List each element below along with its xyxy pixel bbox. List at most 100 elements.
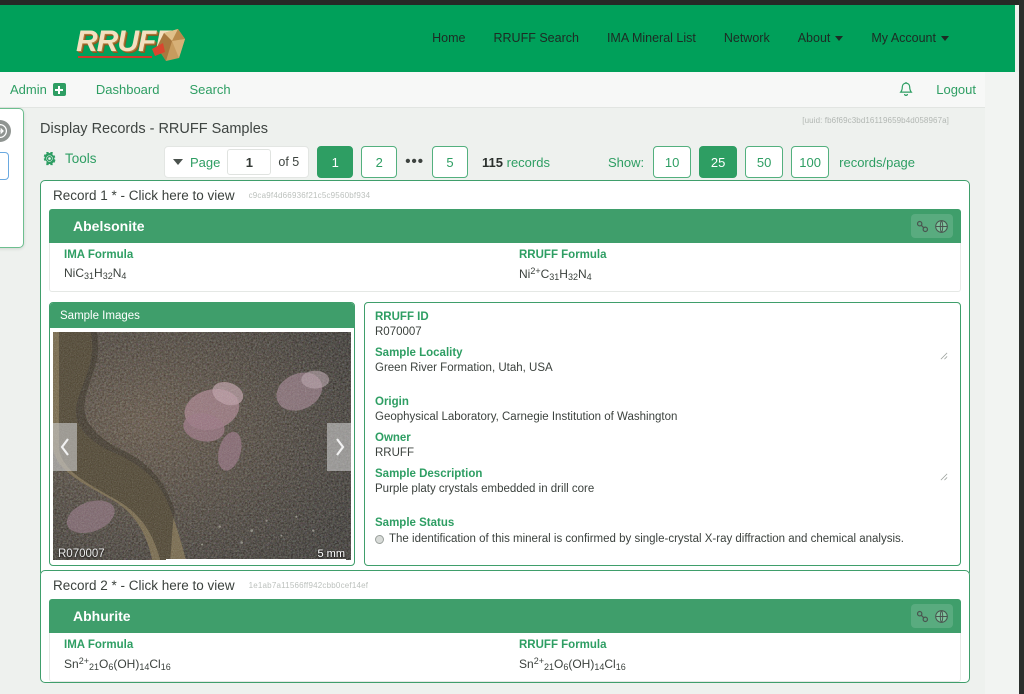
record-card[interactable]: Record 1 * - Click here to view c9ca9f4d… bbox=[40, 180, 970, 577]
nav-label: RRUFF Search bbox=[493, 31, 579, 45]
detail-value: RRUFF bbox=[375, 447, 414, 459]
record-header[interactable]: Record 1 * - Click here to view c9ca9f4d… bbox=[41, 181, 969, 209]
record-hash: 1e1ab7a11566ff942cbb0cef14ef bbox=[248, 580, 369, 590]
record-header[interactable]: Record 2 * - Click here to view 1e1ab7a1… bbox=[41, 571, 969, 599]
record-count-number: 115 bbox=[482, 154, 503, 170]
page-button-2[interactable]: 2 bbox=[361, 146, 398, 178]
detail-value: R070007 bbox=[375, 326, 422, 338]
sample-image-stage[interactable]: R070007 5 mm bbox=[53, 332, 351, 562]
nav-label: My Account bbox=[871, 31, 936, 45]
show-label: Show: bbox=[608, 154, 645, 170]
nav-item-rruff-search[interactable]: RRUFF Search bbox=[494, 31, 579, 45]
adminbar-item-search[interactable]: Search bbox=[189, 82, 230, 97]
app-root: RRUFF Home RRUFF Search IMA Mineral List… bbox=[0, 0, 1024, 694]
nav-item-home[interactable]: Home bbox=[432, 31, 465, 45]
ima-formula-value: NiC31H32N4 bbox=[64, 266, 127, 281]
record-title: Record 1 * - Click here to view bbox=[53, 187, 235, 203]
adminbar-label: Dashboard bbox=[95, 82, 160, 97]
globe-icon[interactable] bbox=[934, 609, 949, 624]
chevron-down-icon[interactable] bbox=[173, 159, 183, 165]
page-size-50[interactable]: 50 bbox=[745, 146, 784, 178]
mineral-name-bar: Abelsonite bbox=[49, 209, 961, 243]
plus-square-icon[interactable] bbox=[52, 83, 66, 96]
nav-item-about[interactable]: About bbox=[798, 31, 844, 45]
textarea-resize-handle[interactable] bbox=[940, 473, 948, 481]
page-size-25[interactable]: 25 bbox=[699, 146, 738, 178]
adminbar-item-dashboard[interactable]: Dashboard bbox=[96, 82, 160, 97]
main-nav: Home RRUFF Search IMA Mineral List Netwo… bbox=[432, 31, 949, 45]
record-title: Record 2 * - Click here to view bbox=[53, 577, 235, 593]
detail-label: Owner bbox=[375, 432, 411, 444]
detail-value: Purple platy crystals embedded in drill … bbox=[375, 483, 595, 495]
detail-value: Geophysical Laboratory, Carnegie Institu… bbox=[375, 411, 678, 423]
sample-images-panel: Sample Images R070007 5 mm bbox=[49, 302, 355, 566]
gear-icon bbox=[43, 151, 56, 166]
nav-item-network[interactable]: Network bbox=[724, 31, 770, 45]
detail-field-sample-locality[interactable]: Sample Locality Green River Formation, U… bbox=[375, 347, 950, 374]
nav-item-my-account[interactable]: My Account bbox=[871, 31, 949, 45]
tools-label: Tools bbox=[65, 151, 97, 166]
mineral-name-bar: Abhurite bbox=[49, 599, 961, 633]
record-card[interactable]: Record 2 * - Click here to view 1e1ab7a1… bbox=[40, 570, 970, 683]
logo-underline bbox=[78, 56, 152, 58]
mineral-name: Abelsonite bbox=[73, 218, 145, 234]
adminbar-label: Search bbox=[189, 82, 231, 97]
adminbar-label: Admin bbox=[10, 82, 47, 97]
nav-label: IMA Mineral List bbox=[606, 31, 696, 45]
page-button-5[interactable]: 5 bbox=[432, 146, 468, 178]
record-body: Sample Images R070007 5 mm RRUFF ID R070… bbox=[41, 292, 969, 576]
record-icon-group bbox=[911, 214, 953, 238]
admin-bar-left: Admin Dashboard Search bbox=[0, 82, 231, 97]
gemstone-icon bbox=[152, 29, 185, 61]
page-size-controls: Show: 10 25 50 100 records/page bbox=[608, 146, 915, 178]
detail-label: RRUFF ID bbox=[375, 311, 429, 323]
page-button-1[interactable]: 1 bbox=[317, 146, 354, 178]
record-count: 115 records bbox=[482, 155, 550, 170]
pagination-controls: Page of 5 1 2 ••• 5 115 records bbox=[164, 146, 550, 178]
status-radio-row[interactable]: The identification of this mineral is co… bbox=[375, 533, 950, 545]
logout-label: Logout bbox=[936, 82, 976, 97]
page-label: Page bbox=[190, 154, 221, 170]
image-prev-button[interactable] bbox=[53, 423, 77, 471]
image-id-overlay: R070007 bbox=[58, 548, 105, 560]
ima-formula-label: IMA Formula bbox=[64, 639, 134, 651]
image-next-button[interactable] bbox=[327, 423, 351, 471]
ima-formula-col: IMA Formula NiC31H32N4 bbox=[50, 249, 505, 282]
brand-header: RRUFF Home RRUFF Search IMA Mineral List… bbox=[0, 5, 1015, 72]
bell-icon[interactable] bbox=[898, 81, 914, 99]
radio-button-icon[interactable] bbox=[375, 535, 384, 544]
records-toolbar: Tools Page of 5 1 2 ••• 5 115 records Sh… bbox=[40, 146, 970, 180]
record-count-word: records bbox=[506, 154, 550, 170]
detail-field-owner: Owner RRUFF bbox=[375, 432, 950, 459]
adminbar-item-admin[interactable]: Admin bbox=[10, 82, 66, 97]
detail-label: Sample Status bbox=[375, 517, 455, 529]
nav-item-ima-mineral-list[interactable]: IMA Mineral List bbox=[607, 31, 696, 45]
ima-formula-col: IMA Formula Sn2+21O6(OH)14Cl16 bbox=[50, 639, 505, 672]
textarea-resize-handle[interactable] bbox=[940, 352, 948, 360]
record-hash: c9ca9f4d66936f21c5c9560bf934 bbox=[248, 190, 371, 200]
record-icon-group bbox=[911, 604, 953, 628]
page-total-label: of 5 bbox=[278, 155, 300, 169]
rruff-logo[interactable]: RRUFF bbox=[76, 18, 191, 63]
link-icon[interactable] bbox=[915, 609, 930, 624]
link-icon[interactable] bbox=[915, 219, 930, 234]
globe-icon[interactable] bbox=[934, 219, 949, 234]
chevron-down-icon bbox=[835, 35, 844, 41]
page-number-input[interactable] bbox=[227, 149, 272, 175]
detail-field-sample-description[interactable]: Sample Description Purple platy crystals… bbox=[375, 468, 950, 495]
sample-details-panel: RRUFF ID R070007 Sample Locality Green R… bbox=[364, 302, 961, 566]
page-uuid: [uuid: fb6f69c3bd16119659b4d058967a] bbox=[802, 116, 949, 125]
page-title: Display Records - RRUFF Samples bbox=[40, 121, 269, 137]
page-size-100[interactable]: 100 bbox=[791, 146, 830, 178]
tools-button[interactable]: Tools bbox=[42, 151, 97, 166]
sample-photo bbox=[53, 332, 351, 561]
content-area: [uuid: fb6f69c3bd16119659b4d058967a] Dis… bbox=[0, 108, 985, 694]
detail-field-origin: Origin Geophysical Laboratory, Carnegie … bbox=[375, 396, 950, 423]
rruff-formula-col: RRUFF Formula Sn2+21O6(OH)14Cl16 bbox=[505, 639, 960, 672]
page-size-10[interactable]: 10 bbox=[653, 146, 692, 178]
detail-field-rruff-id: RRUFF ID R070007 bbox=[375, 311, 950, 338]
right-gutter bbox=[985, 72, 1019, 694]
rruff-formula-label: RRUFF Formula bbox=[519, 639, 607, 651]
detail-label: Sample Locality bbox=[375, 347, 463, 359]
page-size-suffix: records/page bbox=[839, 154, 916, 170]
